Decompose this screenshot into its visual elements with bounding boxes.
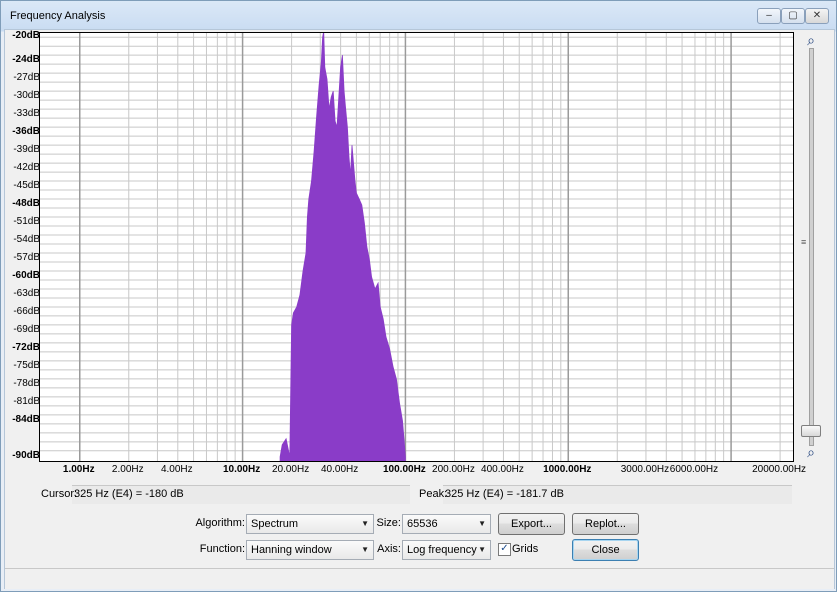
- y-axis-tick-label: -30dB: [13, 90, 40, 102]
- grids-checkbox[interactable]: ✓: [498, 543, 511, 556]
- y-axis-tick-label: -69dB: [13, 323, 40, 335]
- axis-label: Axis:: [377, 543, 401, 555]
- axis-select[interactable]: Log frequency ▼: [402, 540, 491, 560]
- x-axis-tick-label: 1000.00Hz: [543, 464, 592, 475]
- y-axis-tick-label: -33dB: [13, 108, 40, 120]
- zoom-slider-thumb[interactable]: [801, 425, 821, 437]
- x-axis-tick-label: 40.00Hz: [320, 464, 359, 475]
- x-axis-tick-label: 20.00Hz: [271, 464, 310, 475]
- close-button[interactable]: Close: [572, 539, 639, 561]
- y-axis-tick-label: -39dB: [13, 144, 40, 156]
- y-axis-tick-label: -27dB: [13, 72, 40, 84]
- peak-label: Peak:: [419, 488, 448, 500]
- y-axis-tick-label: -84dB: [12, 413, 40, 425]
- y-axis-tick-label: -81dB: [13, 395, 40, 407]
- title-bar[interactable]: Frequency Analysis – ▢ ✕: [1, 1, 836, 31]
- dialog-client: -20dB -24dB -27dB -30dB -33dB -36dB -39dB -42dB…: [4, 29, 835, 589]
- restore-button[interactable]: ▢: [781, 8, 805, 24]
- y-axis-tick-label: -51dB: [13, 216, 40, 228]
- x-axis-tick-label: 2.00Hz: [111, 464, 144, 475]
- window-title: Frequency Analysis: [10, 10, 106, 22]
- export-button[interactable]: Export...: [498, 513, 565, 535]
- spectrum-plot-svg: [40, 31, 793, 462]
- grids-label: Grids: [512, 543, 539, 555]
- close-window-button[interactable]: ✕: [805, 8, 829, 24]
- axis-value: Log frequency: [407, 544, 477, 556]
- size-label: Size:: [376, 517, 401, 529]
- status-bar: [5, 568, 834, 589]
- y-axis-tick-label: -54dB: [13, 234, 40, 245]
- frequency-analysis-window: Frequency Analysis – ▢ ✕ -20dB -24dB -27dB…: [0, 0, 837, 592]
- y-axis-tick-label: -90dB: [12, 449, 40, 461]
- y-axis-tick-label: -63dB: [13, 287, 40, 299]
- y-axis-tick-label: -72dB: [12, 341, 40, 353]
- x-axis-tick-label: 10.00Hz: [222, 464, 261, 475]
- chevron-down-icon: ▼: [478, 545, 486, 554]
- y-axis-tick-label: -48dB: [12, 198, 40, 210]
- resize-grip-icon[interactable]: ≡: [801, 237, 806, 247]
- algorithm-label: Algorithm:: [195, 517, 245, 529]
- replot-button[interactable]: Replot...: [572, 513, 639, 535]
- algorithm-select[interactable]: Spectrum ▼: [246, 514, 374, 534]
- zoom-slider-track[interactable]: [809, 48, 814, 446]
- chevron-down-icon: ▼: [361, 545, 369, 554]
- x-axis-tick-label: 200.00Hz: [432, 464, 475, 475]
- algorithm-value: Spectrum: [251, 518, 299, 530]
- y-axis-tick-label: -78dB: [13, 377, 40, 389]
- spectrum-plot[interactable]: [39, 31, 794, 462]
- y-axis-tick-label: -57dB: [13, 251, 40, 263]
- cursor-value: 325 Hz (E4) = -180 dB: [74, 488, 184, 500]
- x-axis-tick-label: 1.00Hz: [62, 464, 95, 475]
- y-axis-tick-label: -20dB: [12, 30, 40, 42]
- function-label: Function:: [199, 543, 245, 555]
- chevron-down-icon: ▼: [478, 519, 486, 528]
- x-axis-tick-label: 400.00Hz: [481, 464, 524, 475]
- function-value: Hanning window: [251, 544, 332, 556]
- y-axis-tick-label: -75dB: [13, 359, 40, 371]
- x-axis-tick-label: 20000.00Hz: [752, 464, 807, 475]
- size-value: 65536: [407, 518, 438, 530]
- spectrum-area: [279, 31, 406, 462]
- chevron-down-icon: ▼: [361, 519, 369, 528]
- x-axis-tick-label: 6000.00Hz: [669, 464, 719, 475]
- y-axis-tick-label: -45dB: [13, 180, 40, 192]
- y-axis-tick-label: -36dB: [12, 126, 40, 138]
- peak-value: 325 Hz (E4) = -181.7 dB: [445, 488, 564, 500]
- minimize-button[interactable]: –: [757, 8, 781, 24]
- cursor-label: Cursor:: [41, 488, 78, 500]
- x-axis-tick-label: 4.00Hz: [160, 464, 193, 475]
- y-axis-tick-label: -24dB: [12, 54, 40, 66]
- x-axis-tick-label: 3000.00Hz: [620, 464, 670, 475]
- size-select[interactable]: 65536 ▼: [402, 514, 491, 534]
- zoom-out-icon[interactable]: ⌕: [803, 444, 819, 460]
- function-select[interactable]: Hanning window ▼: [246, 540, 374, 560]
- y-axis-tick-label: -66dB: [13, 305, 40, 317]
- x-axis-tick-label: 100.00Hz: [383, 464, 426, 475]
- zoom-in-icon[interactable]: ⌕: [803, 32, 819, 48]
- y-axis-tick-label: -42dB: [13, 162, 40, 174]
- y-axis-tick-label: -60dB: [12, 269, 40, 281]
